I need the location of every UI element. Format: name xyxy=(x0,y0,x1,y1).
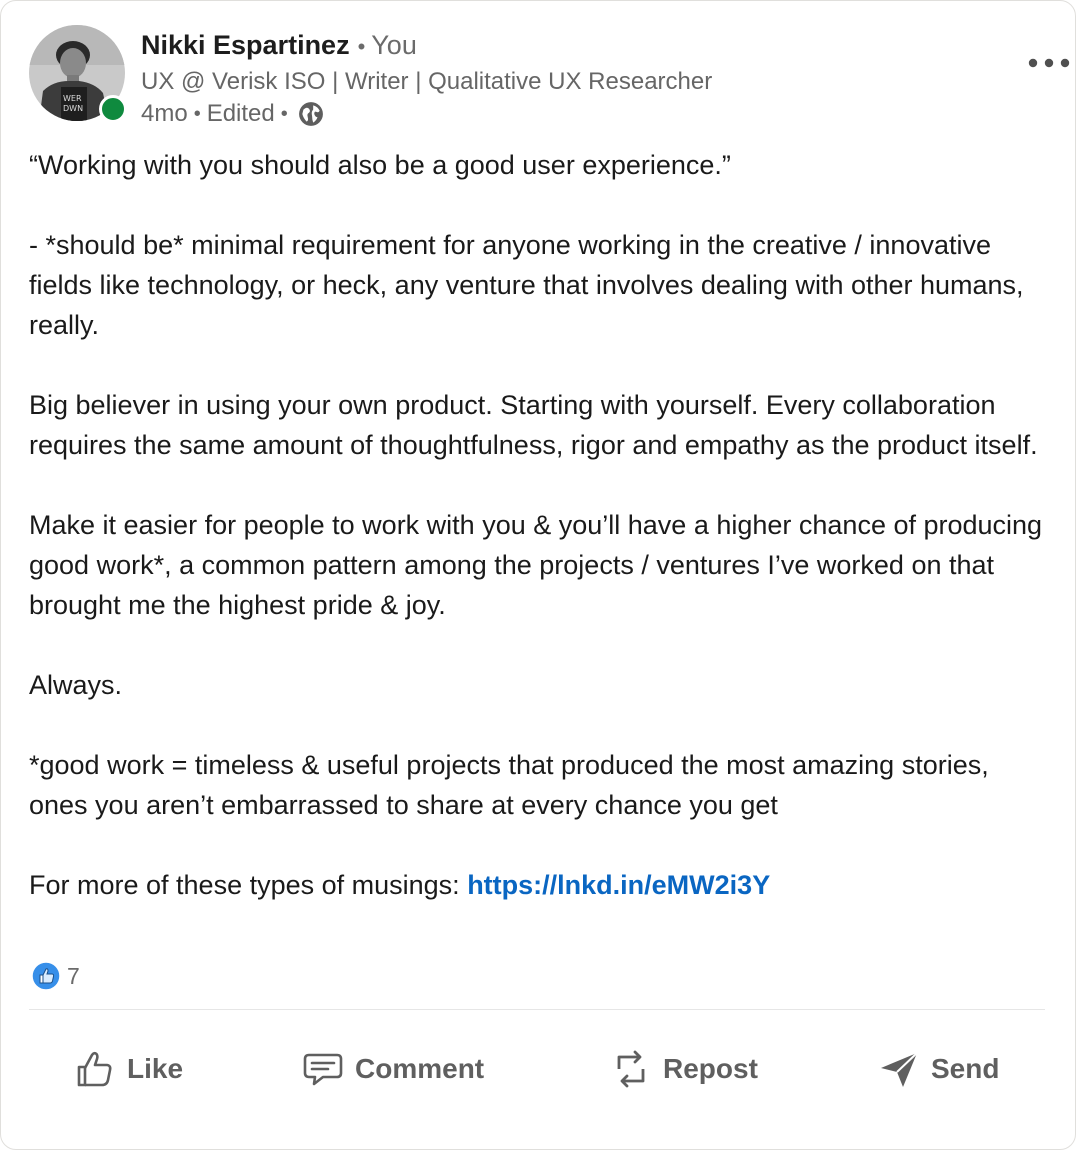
author-name[interactable]: Nikki Espartinez xyxy=(141,30,350,60)
post-paragraph: Big believer in using your own product. … xyxy=(29,390,1038,460)
edited-label: Edited xyxy=(206,100,275,127)
globe-icon xyxy=(298,102,323,126)
author-relation: You xyxy=(371,30,417,60)
separator-dot: • xyxy=(357,34,366,59)
post-paragraph: - *should be* minimal requirement for an… xyxy=(29,230,1024,340)
comment-button[interactable]: Comment xyxy=(301,1037,484,1101)
svg-text:DWN: DWN xyxy=(63,104,83,113)
separator-dot: • xyxy=(193,103,201,125)
post-paragraph: Make it easier for people to work with y… xyxy=(29,510,1043,620)
separator-dot: • xyxy=(280,103,288,125)
link-prefix: For more of these types of musings: xyxy=(29,870,468,900)
post-link-paragraph: For more of these types of musings: http… xyxy=(29,865,1049,905)
post-link[interactable]: https://lnkd.in/eMW2i3Y xyxy=(467,870,770,900)
post-paragraph: Always. xyxy=(29,670,123,700)
repost-label: Repost xyxy=(663,1053,758,1084)
post-body: “Working with you should also be a good … xyxy=(29,145,1049,945)
post-card: WER DWN Nikki Espartinez • You UX @ Verisk… xyxy=(0,0,1076,1150)
post-header: WER DWN Nikki Espartinez • You UX @ Verisk… xyxy=(29,23,1070,133)
more-horizontal-icon[interactable] xyxy=(1025,43,1073,83)
repost-button[interactable]: Repost xyxy=(609,1037,758,1101)
reaction-count: 7 xyxy=(67,962,80,989)
post-meta: 4mo • Edited • xyxy=(141,99,324,129)
like-button[interactable]: Like xyxy=(73,1037,183,1101)
like-label: Like xyxy=(127,1053,184,1084)
social-actions-bar: Like Comment Repost Send xyxy=(29,1037,1045,1101)
send-label: Send xyxy=(931,1053,1000,1084)
repost-icon xyxy=(617,1050,645,1088)
like-icon xyxy=(77,1051,112,1087)
author-line: Nikki Espartinez • You xyxy=(141,29,417,63)
actions-divider xyxy=(29,1009,1045,1010)
online-status-indicator xyxy=(99,95,127,123)
comment-label: Comment xyxy=(355,1053,485,1084)
send-icon xyxy=(881,1052,918,1087)
author-headline: UX @ Verisk ISO | Writer | Qualitative U… xyxy=(141,68,713,95)
post-paragraph: *good work = timeless & useful projects … xyxy=(29,750,989,820)
reactions-summary[interactable]: 7 xyxy=(31,959,80,993)
post-age[interactable]: 4mo xyxy=(141,99,188,129)
svg-text:WER: WER xyxy=(63,94,82,103)
post-paragraph: “Working with you should also be a good … xyxy=(29,150,731,180)
comment-icon xyxy=(303,1053,343,1086)
like-reaction-icon xyxy=(31,961,61,991)
send-button[interactable]: Send xyxy=(877,1037,999,1101)
